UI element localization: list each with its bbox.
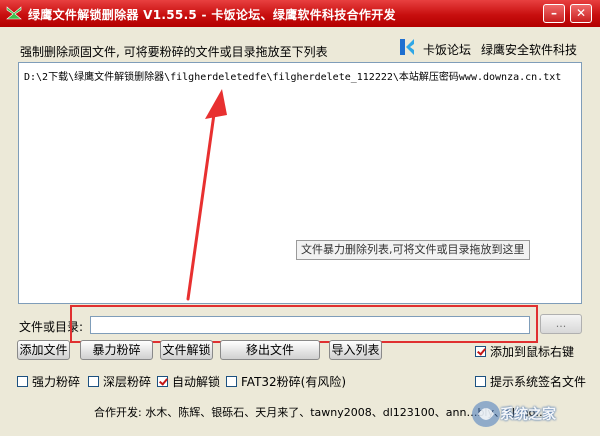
checkbox-label: 深层粉碎 bbox=[103, 375, 152, 389]
list-item[interactable]: D:\2下载\绿鹰文件解锁删除器\filgherdeletedfe\filghe… bbox=[24, 68, 561, 83]
watermark-text: 系统之家 bbox=[500, 407, 556, 423]
checkbox-checked-icon bbox=[157, 376, 168, 387]
unlock-file-button[interactable]: 文件解锁 bbox=[160, 340, 213, 360]
remove-file-button[interactable]: 移出文件 bbox=[220, 340, 320, 360]
fat32-shred-checkbox[interactable]: FAT32粉碎(有风险) bbox=[226, 373, 346, 390]
title-bar: 绿鹰文件解锁删除器 V1.55.5 - 卡饭论坛、绿鹰软件科技合作开发 – ✕ bbox=[0, 0, 600, 27]
app-logo-icon bbox=[6, 6, 22, 20]
kafan-logo-icon bbox=[400, 39, 414, 55]
checkbox-unchecked-icon bbox=[475, 376, 486, 387]
browse-button[interactable]: ... bbox=[540, 314, 582, 334]
path-label: 文件或目录: bbox=[19, 320, 84, 334]
deep-shred-checkbox[interactable]: 深层粉碎 bbox=[88, 373, 151, 390]
auto-unlock-checkbox[interactable]: 自动解锁 bbox=[157, 373, 220, 390]
checkbox-label: 提示系统签名文件 bbox=[490, 375, 587, 389]
brand-link-kafan[interactable]: 卡饭论坛 bbox=[423, 41, 471, 58]
annotation-arrow-icon bbox=[186, 89, 227, 301]
system-signature-checkbox[interactable]: 提示系统签名文件 bbox=[475, 373, 586, 390]
checkbox-label: 添加到鼠标右键 bbox=[490, 345, 575, 359]
instruction-text: 强制删除顽固文件, 可将要粉碎的文件或目录拖放至下列表 bbox=[20, 45, 328, 59]
file-list[interactable]: D:\2下载\绿鹰文件解锁删除器\filgherdeletedfe\filghe… bbox=[18, 62, 582, 304]
checkbox-checked-icon bbox=[475, 346, 486, 357]
checkbox-unchecked-icon bbox=[88, 376, 99, 387]
window-title: 绿鹰文件解锁删除器 V1.55.5 - 卡饭论坛、绿鹰软件科技合作开发 bbox=[28, 8, 396, 22]
add-file-button[interactable]: 添加文件 bbox=[17, 340, 70, 360]
list-tooltip: 文件暴力删除列表,可将文件或目录拖放到这里 bbox=[296, 240, 530, 260]
checkbox-unchecked-icon bbox=[17, 376, 28, 387]
close-button[interactable]: ✕ bbox=[570, 4, 592, 23]
strong-shred-checkbox[interactable]: 强力粉碎 bbox=[17, 373, 80, 390]
checkbox-unchecked-icon bbox=[226, 376, 237, 387]
brand-link-lvying[interactable]: 绿鹰安全软件科技 bbox=[481, 41, 577, 58]
context-menu-checkbox[interactable]: 添加到鼠标右键 bbox=[475, 343, 574, 360]
path-input[interactable] bbox=[90, 316, 530, 334]
force-shred-button[interactable]: 暴力粉碎 bbox=[80, 340, 153, 360]
checkbox-label: 强力粉碎 bbox=[32, 375, 81, 389]
minimize-button[interactable]: – bbox=[543, 4, 565, 23]
import-list-button[interactable]: 导入列表 bbox=[329, 340, 382, 360]
checkbox-label: 自动解锁 bbox=[172, 375, 221, 389]
checkbox-label: FAT32粉碎(有风险) bbox=[241, 375, 347, 389]
